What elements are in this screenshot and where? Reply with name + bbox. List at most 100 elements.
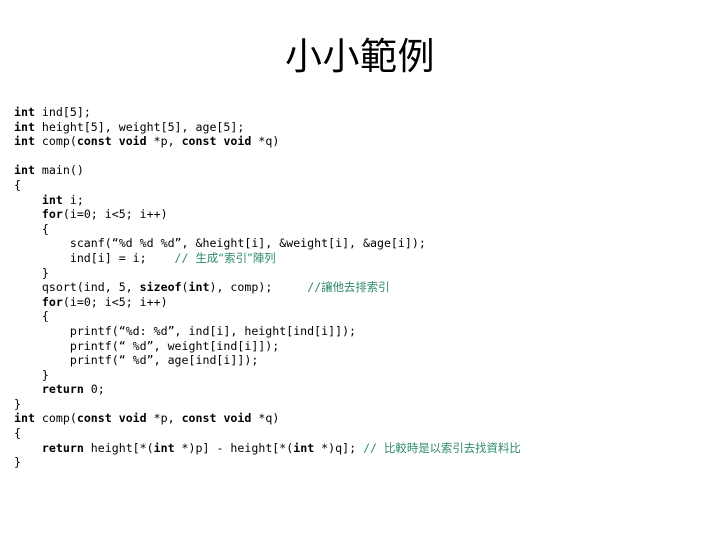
code-token-keyword: return (41, 382, 84, 397)
code-token-plain: printf(“ %d”, age[ind[i]]); (69, 353, 259, 368)
code-token-plain: main() (34, 163, 84, 178)
code-token-plain: ind[5]; (34, 105, 91, 119)
code-token-keyword: const void (76, 134, 147, 149)
code-line-comp-open-brace: { (14, 426, 720, 441)
presentation-slide: 小小範例 int ind[5]; int height[5], weight[5]… (0, 0, 720, 540)
code-token-keyword: int (14, 163, 35, 178)
code-token-plain: 0; (83, 382, 105, 397)
code-token-keyword: const void (181, 411, 252, 426)
code-token-plain: } (41, 367, 49, 382)
code-token-plain: { (41, 221, 49, 236)
code-token-comment-cjk: 比較時是以索引去找資料比 (384, 440, 521, 455)
code-token-comment: // (307, 280, 322, 295)
code-token-plain: ind[i] = i; (69, 250, 147, 265)
code-token-plain: { (14, 426, 21, 441)
code-token-keyword: int (188, 280, 210, 295)
code-token-plain: } (14, 396, 21, 411)
code-token-plain: *p, (146, 411, 182, 426)
code-line-comp-close-brace: } (14, 455, 720, 470)
code-token-keyword: int (14, 119, 35, 134)
code-line-ind-assign: ind[i] = i; // 生成“索引”陣列 (14, 251, 720, 266)
code-token-comment-cjk: 生成“索引”陣列 (195, 250, 276, 265)
code-line-for-input: for(i=0; i<5; i++) (14, 207, 720, 222)
code-token-keyword: sizeof (139, 280, 182, 295)
code-line-qsort-line: qsort(ind, 5, sizeof(int), comp); //讓他去排… (14, 280, 720, 295)
code-token-plain: comp( (34, 411, 77, 426)
code-line-main-close-brace: } (14, 397, 720, 412)
code-line-for-input-open: { (14, 222, 720, 237)
code-token-plain: ( (181, 280, 189, 295)
code-line-for-input-close: } (14, 266, 720, 281)
code-token-comment: // (174, 250, 196, 265)
code-line-comp-header: int comp(const void *p, const void *q) (14, 411, 720, 426)
code-token-plain: *q) (251, 411, 280, 426)
code-line-decl-arrays: int height[5], weight[5], age[5]; (14, 120, 720, 135)
code-token-plain: scanf(“%d %d %d”, &height[i], &weight[i]… (69, 236, 426, 251)
code-token-plain: *q) (251, 134, 280, 149)
code-token-keyword: const void (76, 411, 147, 426)
code-line-decl-ind: int ind[5]; (14, 105, 720, 120)
code-token-keyword: for (41, 207, 63, 222)
code-token-comment: // (363, 440, 385, 455)
code-line-printf-2: printf(“ %d”, weight[ind[i]]); (14, 339, 720, 354)
code-token-plain: (i=0; i<5; i++) (62, 207, 168, 222)
code-token-plain: height[5], weight[5], age[5]; (34, 119, 245, 134)
code-line-main-header: int main() (14, 163, 720, 178)
code-token-keyword: int (41, 192, 63, 207)
code-line-scanf-line: scanf(“%d %d %d”, &height[i], &weight[i]… (14, 236, 720, 251)
code-token-keyword: int (153, 440, 175, 455)
code-token-plain: *p, (146, 134, 182, 149)
code-line-printf-1: printf(“%d: %d”, ind[i], height[ind[i]])… (14, 324, 720, 339)
code-token-keyword: int (14, 105, 35, 119)
page-title: 小小範例 (285, 35, 435, 78)
code-token-plain: height[*( (83, 440, 154, 455)
code-token-plain: (i=0; i<5; i++) (62, 294, 168, 309)
code-token-plain: qsort(ind, 5, (41, 280, 140, 295)
code-token-plain: printf(“%d: %d”, ind[i], height[ind[i]])… (69, 323, 357, 338)
code-line-for-output-open: { (14, 309, 720, 324)
code-token-plain: i; (62, 192, 84, 207)
code-token-plain: { (41, 309, 49, 324)
code-line-for-output: for(i=0; i<5; i++) (14, 295, 720, 310)
code-token-plain: } (14, 455, 21, 470)
code-token-plain: } (41, 265, 49, 280)
code-line-printf-3: printf(“ %d”, age[ind[i]]); (14, 353, 720, 368)
code-line-decl-i: int i; (14, 193, 720, 208)
code-token-plain: { (14, 177, 21, 192)
code-line-blank-1 (14, 149, 720, 164)
code-line-comp-return: return height[*(int *)p] - height[*(int … (14, 441, 720, 456)
code-token-plain: ), comp); (209, 280, 273, 295)
code-token-keyword: int (293, 440, 315, 455)
code-token-plain: comp( (34, 134, 77, 149)
code-token-keyword: return (41, 440, 84, 455)
code-line-for-output-close: } (14, 368, 720, 383)
code-token-keyword: for (41, 294, 63, 309)
code-line-proto-comp: int comp(const void *p, const void *q) (14, 134, 720, 149)
code-token-keyword: int (14, 134, 35, 149)
code-token-plain: *)p] - height[*( (174, 440, 294, 455)
code-token-plain: printf(“ %d”, weight[ind[i]]); (69, 338, 280, 353)
code-line-main-open-brace: { (14, 178, 720, 193)
code-line-return-zero: return 0; (14, 382, 720, 397)
code-token-keyword: const void (181, 134, 252, 149)
code-token-keyword: int (14, 411, 35, 426)
code-token-plain: *)q]; (314, 440, 364, 455)
code-token-comment-cjk: 讓他去排索引 (321, 280, 390, 295)
